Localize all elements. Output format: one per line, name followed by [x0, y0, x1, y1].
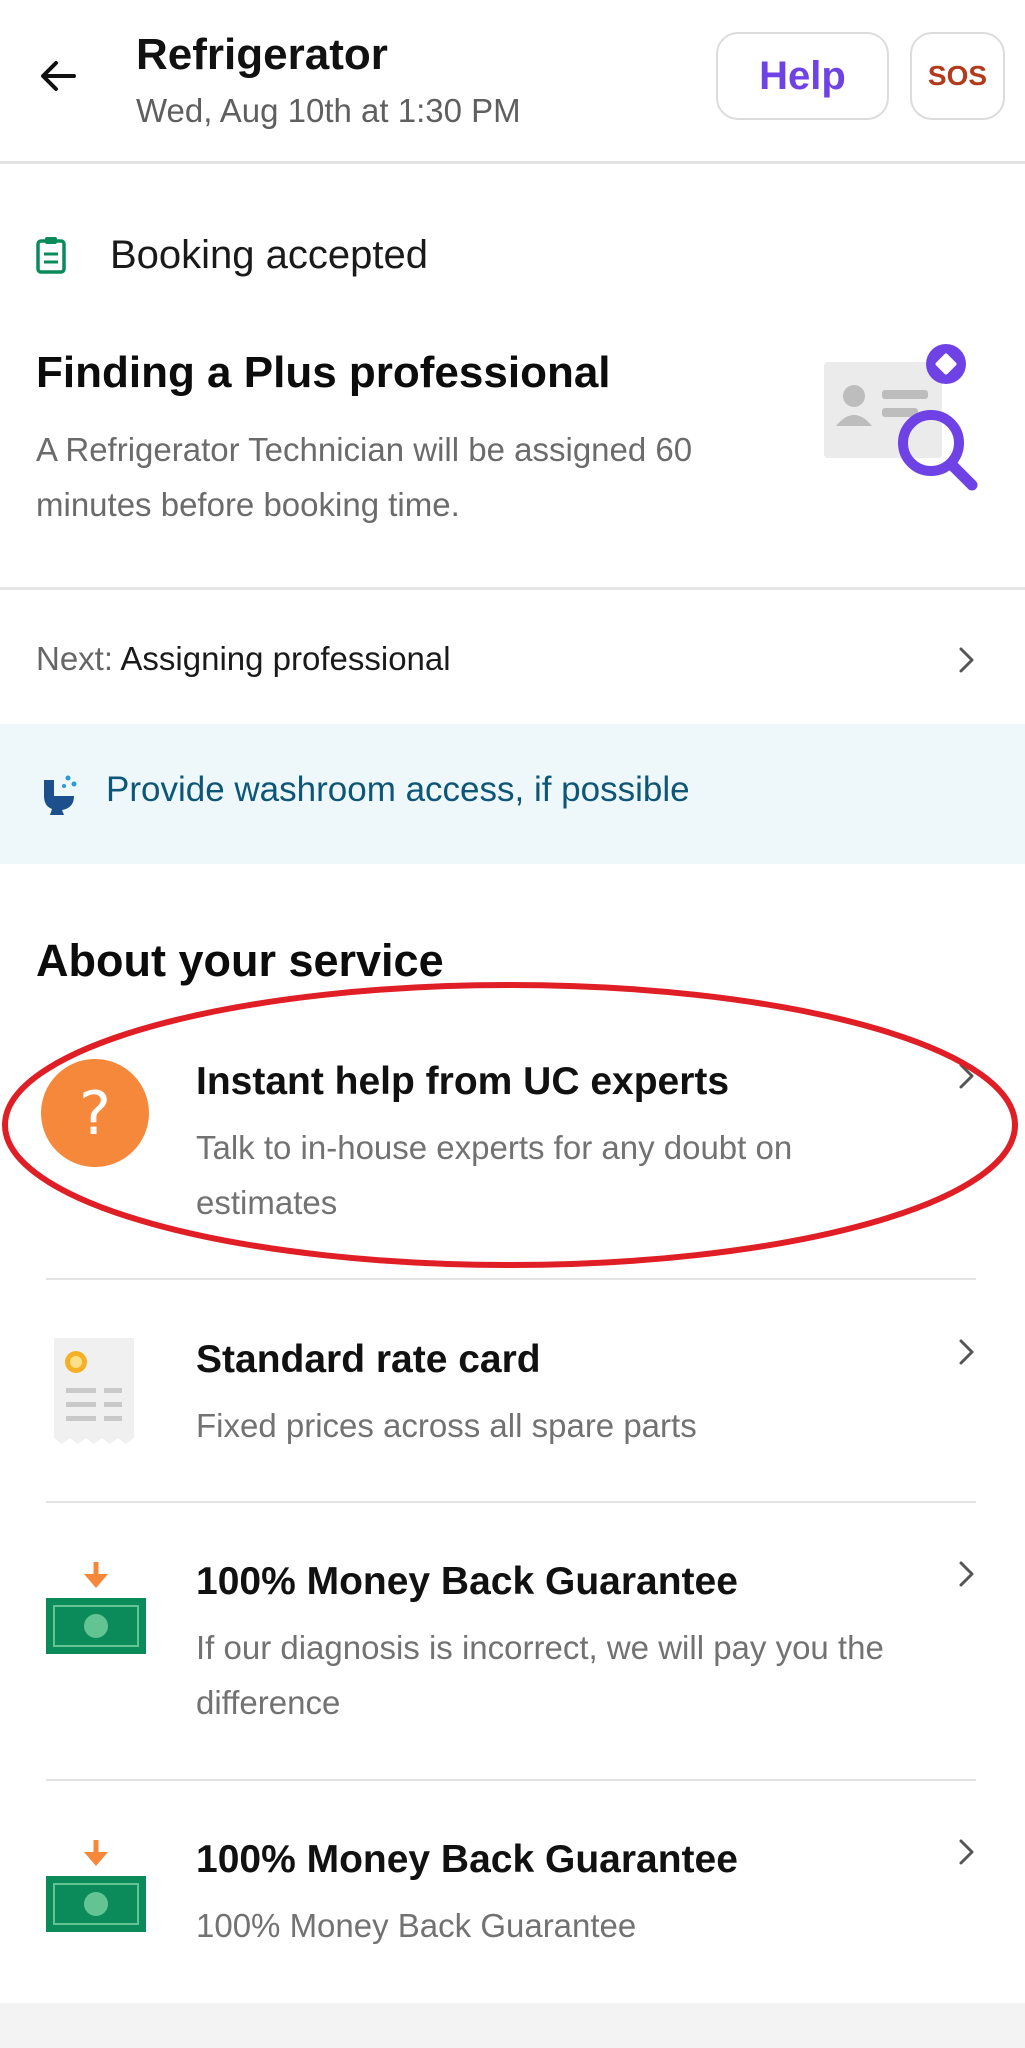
sos-button[interactable]: SOS — [910, 32, 1005, 120]
bottom-strip — [0, 2003, 1025, 2048]
booking-status-row: Booking accepted — [36, 225, 428, 285]
item-divider — [46, 1278, 976, 1280]
status-description: A Refrigerator Technician will be assign… — [36, 431, 693, 523]
item-divider — [46, 1779, 976, 1781]
next-step-value: Assigning professional — [120, 640, 451, 677]
app-header: Refrigerator Wed, Aug 10th at 1:30 PM He… — [0, 0, 1025, 164]
chevron-right-icon — [959, 1063, 974, 1089]
chevron-right-icon — [959, 1339, 974, 1365]
search-professional-icon — [824, 344, 978, 491]
page-title: Refrigerator — [136, 30, 388, 79]
service-item-title: Instant help from UC experts — [196, 1060, 730, 1103]
info-banner-text: Provide washroom access, if possible — [106, 770, 690, 809]
service-item-title: Standard rate card — [196, 1338, 541, 1381]
booking-status-label: Booking accepted — [110, 232, 429, 277]
section-divider — [0, 587, 1025, 590]
service-item-description: 100% Money Back Guarantee — [196, 1907, 637, 1944]
washroom-icon — [44, 775, 77, 815]
service-item-instant-help[interactable]: ? Instant help from UC experts Talk to i… — [0, 1040, 1025, 1280]
next-step-row[interactable]: Next: Assigning professional — [0, 610, 1025, 710]
service-item-title: 100% Money Back Guarantee — [196, 1560, 738, 1603]
clipboard-icon — [36, 237, 66, 274]
section-title: About your service — [36, 935, 444, 986]
money-back-icon — [46, 1840, 146, 1932]
service-item-money-back[interactable]: 100% Money Back Guarantee 100% Money Bac… — [0, 1818, 1025, 1998]
service-item-description: Talk to in-house experts for any doubt o… — [196, 1129, 793, 1221]
service-item-rate-card[interactable]: Standard rate card Fixed prices across a… — [0, 1320, 1025, 1500]
help-button[interactable]: Help — [716, 32, 889, 120]
chevron-right-icon — [959, 1839, 974, 1865]
rate-card-icon — [54, 1338, 134, 1444]
next-step-text: Next: Assigning professional — [36, 640, 451, 678]
chevron-right-icon — [959, 647, 974, 673]
back-arrow-icon[interactable] — [34, 50, 86, 102]
money-back-icon — [46, 1562, 146, 1654]
question-mark-icon: ? — [41, 1059, 149, 1167]
svg-text:?: ? — [79, 1079, 111, 1149]
chevron-right-icon — [959, 1561, 974, 1587]
booking-datetime: Wed, Aug 10th at 1:30 PM — [136, 92, 521, 129]
service-item-description: Fixed prices across all spare parts — [196, 1407, 697, 1444]
service-item-title: 100% Money Back Guarantee — [196, 1838, 738, 1881]
info-banner: Provide washroom access, if possible — [0, 724, 1025, 864]
status-title: Finding a Plus professional — [36, 348, 611, 397]
booking-detail-page: Refrigerator Wed, Aug 10th at 1:30 PM He… — [0, 0, 1025, 2048]
service-item-description: If our diagnosis is incorrect, we will p… — [196, 1629, 884, 1721]
next-step-prefix: Next: — [36, 640, 114, 677]
service-item-money-back[interactable]: 100% Money Back Guarantee If our diagnos… — [0, 1540, 1025, 1770]
item-divider — [46, 1501, 976, 1503]
